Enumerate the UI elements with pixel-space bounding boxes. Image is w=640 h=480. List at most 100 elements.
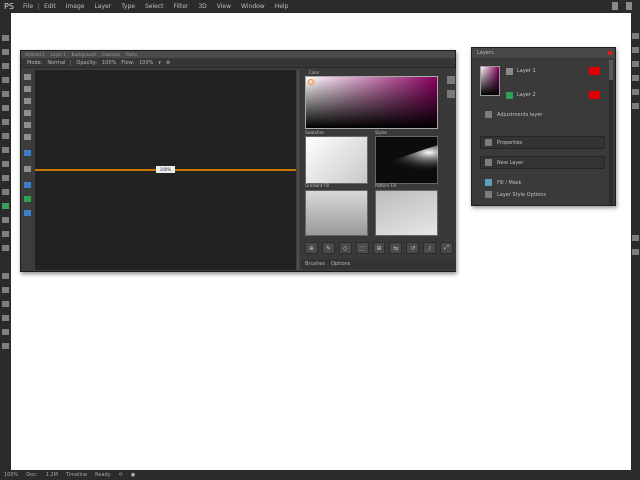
properties-icon[interactable] (632, 61, 639, 67)
lasso-tool-icon[interactable] (2, 63, 9, 69)
tab-document[interactable]: Untitled-1 (25, 52, 45, 57)
move-tool-icon[interactable] (2, 35, 9, 41)
dodge-tool-icon[interactable] (2, 161, 9, 167)
edit-icon[interactable]: ✎ (321, 242, 335, 254)
foreground-color-icon[interactable] (2, 273, 9, 279)
swap-icon[interactable]: ⇆ (389, 242, 403, 254)
menu-image[interactable]: Image (61, 3, 90, 10)
menu-help[interactable]: Help (270, 3, 294, 10)
menu-edit[interactable]: Edit (38, 3, 61, 10)
flow-value[interactable]: 100% (139, 60, 153, 66)
menu-view[interactable]: View (212, 3, 236, 10)
panel-option2-icon[interactable] (447, 90, 455, 98)
tab-channels[interactable]: Channels (102, 52, 121, 57)
adjust-icon[interactable] (632, 235, 639, 241)
fx-icon[interactable] (24, 110, 31, 116)
select-icon[interactable] (24, 74, 31, 80)
eye-icon[interactable] (506, 91, 513, 99)
swatch-light-gray[interactable] (375, 190, 438, 236)
undo-icon[interactable]: ↺ (406, 242, 420, 254)
paths-icon[interactable] (632, 103, 639, 109)
background-color-icon[interactable] (2, 287, 9, 293)
panel-splitter[interactable] (297, 70, 299, 270)
link-icon[interactable] (24, 134, 31, 140)
swatch-black[interactable] (375, 136, 438, 184)
zoom-tool-icon[interactable] (2, 245, 9, 251)
channels-icon[interactable] (632, 89, 639, 95)
tab-layer[interactable]: Layer 1 (51, 52, 66, 57)
opacity-value[interactable]: 100% (102, 60, 116, 66)
shape-tool-icon[interactable] (2, 217, 9, 223)
gear-icon[interactable]: ⚙ (166, 60, 170, 66)
tab-paths[interactable]: Paths (126, 52, 137, 57)
blue-tool2-icon[interactable] (24, 182, 31, 188)
expand-icon[interactable]: ⤢ (440, 242, 454, 254)
tool-extra2-icon[interactable] (2, 343, 9, 349)
panel-option-icon[interactable] (447, 76, 455, 84)
menu-window[interactable]: Window (236, 3, 270, 10)
timeline-tab[interactable]: Timeline (62, 472, 91, 478)
hand-tool-icon[interactable] (2, 231, 9, 237)
canvas-area[interactable]: 100% (35, 70, 296, 270)
properties-row[interactable]: Properties (480, 136, 605, 149)
shape-icon[interactable]: ◇ (338, 242, 352, 254)
marquee-tool-icon[interactable] (2, 49, 9, 55)
tab-brushes[interactable]: Brushes (305, 261, 325, 267)
layer-style-row[interactable]: Layer Style Options (480, 188, 605, 201)
eye-icon[interactable] (506, 67, 513, 75)
brush-tool-icon[interactable] (2, 105, 9, 111)
add-icon[interactable]: ⊕ (305, 242, 318, 254)
minimize-icon[interactable] (612, 2, 618, 10)
frame-icon[interactable]: ⬚ (355, 242, 369, 254)
adjustments-row[interactable]: Adjustments layer (480, 108, 605, 121)
swatch-gray[interactable] (305, 190, 368, 236)
history-icon[interactable] (632, 47, 639, 53)
lock-icon[interactable] (24, 122, 31, 128)
new-layer-row[interactable]: New Layer (480, 156, 605, 169)
green-tool-icon[interactable] (24, 196, 31, 202)
layer-icon[interactable] (24, 86, 31, 92)
grid-icon[interactable]: ⊞ (372, 242, 386, 254)
mode-select[interactable]: Normal (47, 60, 65, 66)
zoom-level[interactable]: 100% (0, 472, 22, 478)
color-gradient-picker[interactable] (305, 76, 438, 129)
layer-thumbnail[interactable] (480, 66, 500, 96)
path-tool-icon[interactable] (2, 203, 9, 209)
menu-filter[interactable]: Filter (169, 3, 194, 10)
stamp-tool-icon[interactable] (2, 119, 9, 125)
layer-row-1[interactable]: Layer 1 (506, 66, 606, 76)
crop-tool-icon[interactable] (2, 77, 9, 83)
menu-file[interactable]: File (18, 3, 38, 10)
layers-icon[interactable] (632, 75, 639, 81)
close-icon[interactable] (608, 51, 612, 55)
adjust-tool-icon[interactable] (24, 166, 31, 172)
dropdown-icon[interactable]: ▾ (158, 60, 161, 66)
layer-row-2[interactable]: Layer 2 (506, 90, 606, 100)
tool-extra-icon[interactable] (2, 329, 9, 335)
eyedropper-tool-icon[interactable] (2, 91, 9, 97)
color-picker-handle[interactable] (308, 79, 314, 85)
swatch-white[interactable] (305, 136, 368, 184)
mask-icon[interactable] (24, 98, 31, 104)
menu-layer[interactable]: Layer (89, 3, 116, 10)
tab-background[interactable]: Background (72, 52, 96, 57)
blue-tool-icon[interactable] (24, 150, 31, 156)
tab-options[interactable]: Options (331, 261, 350, 267)
maximize-icon[interactable] (626, 2, 632, 10)
scroll-thumb[interactable] (609, 60, 613, 80)
panel-scrollbar[interactable] (609, 60, 613, 205)
panel-toggle-icon[interactable] (632, 33, 639, 39)
gradient-tool-icon[interactable] (2, 147, 9, 153)
quickmask-icon[interactable] (2, 301, 9, 307)
menu-3d[interactable]: 3D (193, 3, 211, 10)
type-tool-icon[interactable] (2, 189, 9, 195)
screen-mode-icon[interactable] (2, 315, 9, 321)
layers-panel-title[interactable]: Layers (472, 48, 615, 58)
refresh-icon[interactable]: ⟳ (115, 472, 127, 478)
menu-type[interactable]: Type (116, 3, 140, 10)
eraser-tool-icon[interactable] (2, 133, 9, 139)
menu-select[interactable]: Select (140, 3, 169, 10)
blue-tool3-icon[interactable] (24, 210, 31, 216)
pen-tool-icon[interactable] (2, 175, 9, 181)
line-icon[interactable]: ∕ (423, 242, 437, 254)
